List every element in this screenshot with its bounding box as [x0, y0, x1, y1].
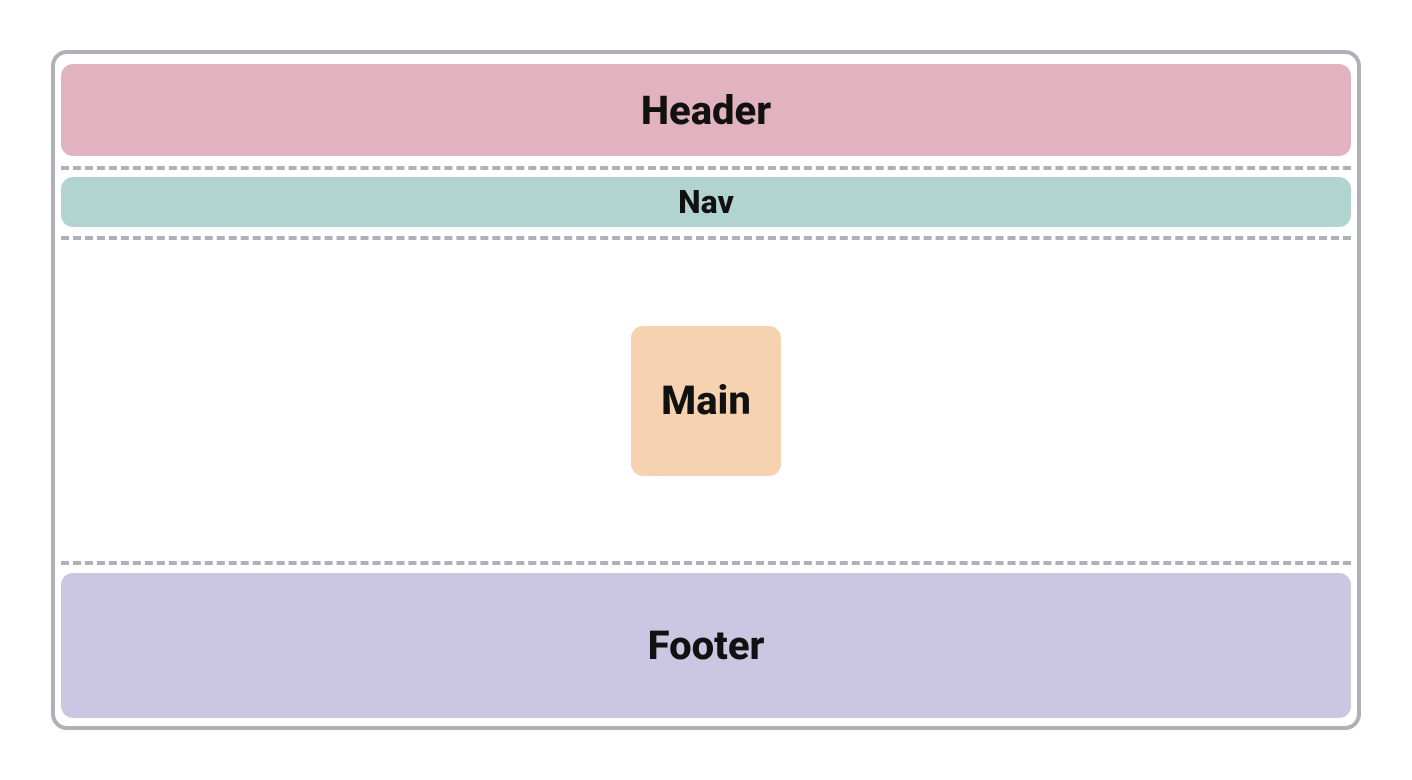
- header-label: Header: [641, 87, 771, 134]
- nav-region: Nav: [61, 177, 1351, 227]
- main-region: Main: [631, 326, 781, 476]
- layout-container: Header Nav Main Footer: [51, 50, 1361, 730]
- footer-label: Footer: [648, 622, 765, 669]
- main-row: Main: [61, 240, 1351, 565]
- header-region: Header: [61, 64, 1351, 156]
- footer-row: Footer: [61, 565, 1351, 720]
- nav-row: Nav: [61, 170, 1351, 240]
- main-label: Main: [661, 377, 751, 424]
- footer-region: Footer: [61, 573, 1351, 718]
- nav-label: Nav: [678, 183, 734, 221]
- header-row: Header: [61, 60, 1351, 170]
